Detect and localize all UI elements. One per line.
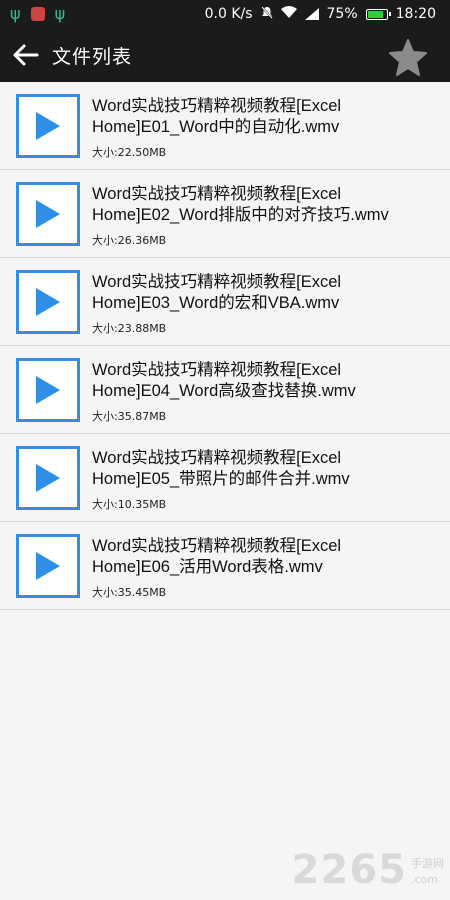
file-name: Word实战技巧精粹视频教程[Excel Home]E03_Word的宏和VBA.… xyxy=(92,273,342,312)
signal-icon xyxy=(304,8,319,20)
video-thumbnail xyxy=(16,94,80,158)
file-size: 大小:10.35MB xyxy=(92,498,167,511)
file-name: Word实战技巧精粹视频教程[Excel Home]E05_带照片的邮件合并.wm… xyxy=(92,449,350,488)
list-item[interactable]: Word实战技巧精粹视频教程[Excel Home]E03_Word的宏和VBA.… xyxy=(0,258,450,346)
play-icon xyxy=(36,464,60,492)
list-item[interactable]: Word实战技巧精粹视频教程[Excel Home]E02_Word排版中的对齐技… xyxy=(0,170,450,258)
file-name: Word实战技巧精粹视频教程[Excel Home]E01_Word中的自动化.w… xyxy=(92,97,342,136)
watermark-text: 手游网 xyxy=(411,857,444,870)
usb-icon: ψ xyxy=(10,4,21,23)
network-speed: 0.0 K/s xyxy=(204,6,253,22)
file-size: 大小:35.87MB xyxy=(92,410,167,423)
favorite-button[interactable] xyxy=(388,38,428,78)
list-item[interactable]: Word实战技巧精粹视频教程[Excel Home]E05_带照片的邮件合并.wm… xyxy=(0,434,450,522)
video-thumbnail xyxy=(16,358,80,422)
video-thumbnail xyxy=(16,534,80,598)
file-name: Word实战技巧精粹视频教程[Excel Home]E02_Word排版中的对齐技… xyxy=(92,185,389,224)
mute-icon xyxy=(260,5,273,23)
file-size: 大小:22.50MB xyxy=(92,146,167,159)
star-icon xyxy=(389,39,427,76)
battery-percent: 75% xyxy=(326,6,358,22)
app-notification-icon xyxy=(30,7,45,21)
file-size: 大小:35.45MB xyxy=(92,586,167,599)
watermark-domain: .com xyxy=(411,873,438,886)
list-item[interactable]: Word实战技巧精粹视频教程[Excel Home]E01_Word中的自动化.w… xyxy=(0,82,450,170)
file-size: 大小:23.88MB xyxy=(92,322,167,335)
file-name: Word实战技巧精粹视频教程[Excel Home]E04_Word高级查找替换.… xyxy=(92,361,356,400)
usb-icon: ψ xyxy=(54,4,66,23)
play-icon xyxy=(36,552,60,580)
page-title: 文件列表 xyxy=(52,45,133,68)
file-name: Word实战技巧精粹视频教程[Excel Home]E06_活用Word表格.wm… xyxy=(92,537,342,576)
list-item[interactable]: Word实战技巧精粹视频教程[Excel Home]E06_活用Word表格.wm… xyxy=(0,522,450,610)
arrow-left-icon xyxy=(13,44,39,66)
wifi-icon xyxy=(280,6,297,22)
clock: 18:20 xyxy=(395,6,436,22)
video-thumbnail xyxy=(16,182,80,246)
app-bar: 文件列表 xyxy=(0,28,450,82)
video-thumbnail xyxy=(16,446,80,510)
watermark-text-block: 手游网 .com xyxy=(411,858,444,890)
play-icon xyxy=(36,376,60,404)
list-item[interactable]: Word实战技巧精粹视频教程[Excel Home]E04_Word高级查找替换.… xyxy=(0,346,450,434)
video-thumbnail xyxy=(16,270,80,334)
watermark-number: 2265 xyxy=(291,847,407,893)
back-button[interactable] xyxy=(0,28,52,82)
play-icon xyxy=(36,200,60,228)
file-list: Word实战技巧精粹视频教程[Excel Home]E01_Word中的自动化.w… xyxy=(0,82,450,610)
watermark: 2265 手游网 .com xyxy=(292,850,444,890)
battery-icon xyxy=(365,8,391,20)
play-icon xyxy=(36,112,60,140)
status-bar: ψ ψ 0.0 K/s 75% 18:20 xyxy=(0,0,450,28)
play-icon xyxy=(36,288,60,316)
file-size: 大小:26.36MB xyxy=(92,234,167,247)
